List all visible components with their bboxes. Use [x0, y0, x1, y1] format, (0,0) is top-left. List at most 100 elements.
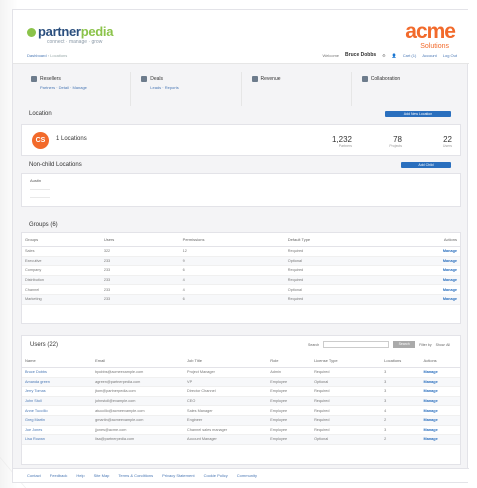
account-link[interactable]: Account — [422, 53, 436, 58]
child-locations-title: Non-child Locations — [29, 162, 82, 168]
nav-sublinks[interactable]: Partners · Detail · Manage — [31, 85, 120, 90]
user-name-link[interactable]: Joe Jones — [22, 425, 93, 436]
column-header[interactable]: License Type — [311, 354, 382, 368]
location-card: CS 1 Locations 1,232 Partners 78 Projects … — [21, 124, 461, 156]
stat-label: Partners — [338, 144, 352, 148]
manage-link[interactable]: Manage — [416, 275, 460, 286]
add-location-button[interactable]: Add New Location — [385, 111, 451, 117]
group-name: Distribution — [22, 275, 101, 286]
projects-stat: 78 Projects — [372, 135, 402, 148]
user-icon[interactable]: 👤 — [392, 53, 397, 58]
group-default-type: Required — [284, 294, 417, 305]
settings-icon[interactable]: ⚙ — [382, 53, 386, 58]
breadcrumb: Dashboard › Locations — [27, 53, 67, 58]
column-header[interactable]: Users — [100, 233, 180, 247]
user-locations: 4 — [381, 405, 421, 416]
nav-item-deals[interactable]: Deals Leads · Reports — [131, 72, 242, 106]
footer-link[interactable]: Site Map — [94, 473, 110, 478]
nav-item-resellers[interactable]: Resellers Partners · Detail · Manage — [21, 72, 132, 106]
acme-logo: acme — [405, 20, 456, 43]
logout-link[interactable]: Log Out — [443, 53, 457, 58]
user-email: bpobbs@acmeexample.com — [92, 367, 185, 378]
filter-select[interactable]: Show: All — [436, 343, 450, 347]
group-users: 233 — [100, 275, 180, 286]
revenue-icon — [251, 76, 258, 82]
footer-link[interactable]: Feedback — [50, 473, 68, 478]
user-name-link[interactable]: Jerry Tomas — [22, 386, 93, 397]
manage-link[interactable]: Manage — [416, 265, 460, 276]
users-filters: Search Search Filter by Show: All — [308, 341, 450, 348]
column-header[interactable]: Groups — [22, 233, 101, 247]
footer-link[interactable]: Terms & Conditions — [118, 473, 153, 478]
manage-link[interactable]: Manage — [420, 377, 460, 388]
column-header[interactable]: Permissions — [179, 233, 285, 247]
manage-link[interactable]: Manage — [420, 415, 460, 426]
footer-link[interactable]: Community — [237, 473, 257, 478]
breadcrumb-root[interactable]: Dashboard — [27, 53, 47, 58]
group-users: 322 — [100, 246, 180, 257]
user-name-link[interactable]: Bruce Dobbs — [22, 367, 93, 378]
user-bar: Welcome Bruce Dobbs ⚙ 👤 Cart (1) Account… — [322, 52, 457, 58]
stat-value: 22 — [443, 135, 452, 144]
column-header[interactable]: Locations — [381, 354, 421, 368]
user-name-link[interactable]: Anne Tuccillo — [22, 405, 93, 416]
nav-label: Deals — [150, 76, 164, 82]
child-location-line[interactable]: Austin — [30, 178, 452, 183]
manage-link[interactable]: Manage — [420, 425, 460, 436]
acme-logo-subtitle: Solutions — [420, 43, 449, 50]
nav-item-revenue[interactable]: Revenue — [242, 72, 352, 106]
manage-link[interactable]: Manage — [420, 386, 460, 397]
group-name: Executive — [22, 256, 101, 267]
column-header[interactable]: Job Title — [184, 354, 268, 368]
user-license: Required — [311, 367, 382, 378]
group-default-type: Required — [284, 275, 417, 286]
column-header[interactable]: Role — [267, 354, 312, 368]
manage-link[interactable]: Manage — [416, 246, 460, 257]
column-header[interactable]: Name — [22, 354, 93, 368]
top-bar: partnerpedia connect · manage · grow Das… — [13, 10, 469, 64]
user-name[interactable]: Bruce Dobbs — [345, 52, 376, 58]
groups-title: Groups (6) — [29, 222, 58, 228]
user-job-title: VP — [184, 377, 268, 388]
table-row: Lisa Rowan lisa@partnerpedia.com Account M… — [22, 434, 460, 445]
table-row: Marketing 233 6 Required Manage — [22, 294, 460, 305]
column-header[interactable]: Email — [92, 354, 185, 368]
footer-link[interactable]: Privacy Statement — [162, 473, 194, 478]
nav-item-collaboration[interactable]: Collaboration — [352, 72, 461, 106]
add-child-button[interactable]: Add Child — [401, 162, 451, 168]
search-input[interactable] — [323, 341, 390, 348]
cart-link[interactable]: Cart (1) — [403, 53, 417, 58]
user-role: Employee — [267, 415, 312, 426]
user-email: gmartin@acmeexample.com — [92, 415, 185, 426]
users-table-wrap: Name Email Job Title Role License Type L… — [22, 354, 460, 445]
manage-link[interactable]: Manage — [416, 256, 460, 267]
manage-link[interactable]: Manage — [420, 405, 460, 416]
manage-link[interactable]: Manage — [420, 434, 460, 445]
table-row: Joe Jones jjones@acme.com Channel sales ma… — [22, 425, 460, 436]
table-row: John Stoll johnstoll@example.com CEO Employ… — [22, 396, 460, 407]
user-email: agreen@partnerpedia.com — [92, 377, 185, 388]
search-button[interactable]: Search — [393, 341, 416, 348]
group-users: 233 — [100, 265, 180, 276]
column-header[interactable]: Default Type — [284, 233, 417, 247]
manage-link[interactable]: Manage — [416, 294, 460, 305]
partnerpedia-logo[interactable]: partnerpedia — [27, 24, 113, 39]
user-role: Employee — [267, 405, 312, 416]
manage-link[interactable]: Manage — [420, 396, 460, 407]
user-name-link[interactable]: Lisa Rowan — [22, 434, 93, 445]
breadcrumb-current: Locations — [50, 53, 68, 58]
groups-table: Groups Users Permissions Default Type Ac… — [22, 233, 460, 305]
footer-link[interactable]: Contact — [27, 473, 41, 478]
partners-stat: 1,232 Partners — [322, 135, 352, 148]
user-email: atuccillo@acmeexample.com — [92, 405, 185, 416]
group-default-type: Required — [284, 246, 417, 257]
user-name-link[interactable]: John Stoll — [22, 396, 93, 407]
user-name-link[interactable]: Amanda green — [22, 377, 93, 388]
group-permissions: 12 — [179, 246, 285, 257]
footer-link[interactable]: Cookie Policy — [204, 473, 228, 478]
user-name-link[interactable]: Greg Martin — [22, 415, 93, 426]
manage-link[interactable]: Manage — [416, 284, 460, 295]
footer-link[interactable]: Help — [76, 473, 84, 478]
nav-sublinks[interactable]: Leads · Reports — [141, 85, 230, 90]
manage-link[interactable]: Manage — [420, 367, 460, 378]
